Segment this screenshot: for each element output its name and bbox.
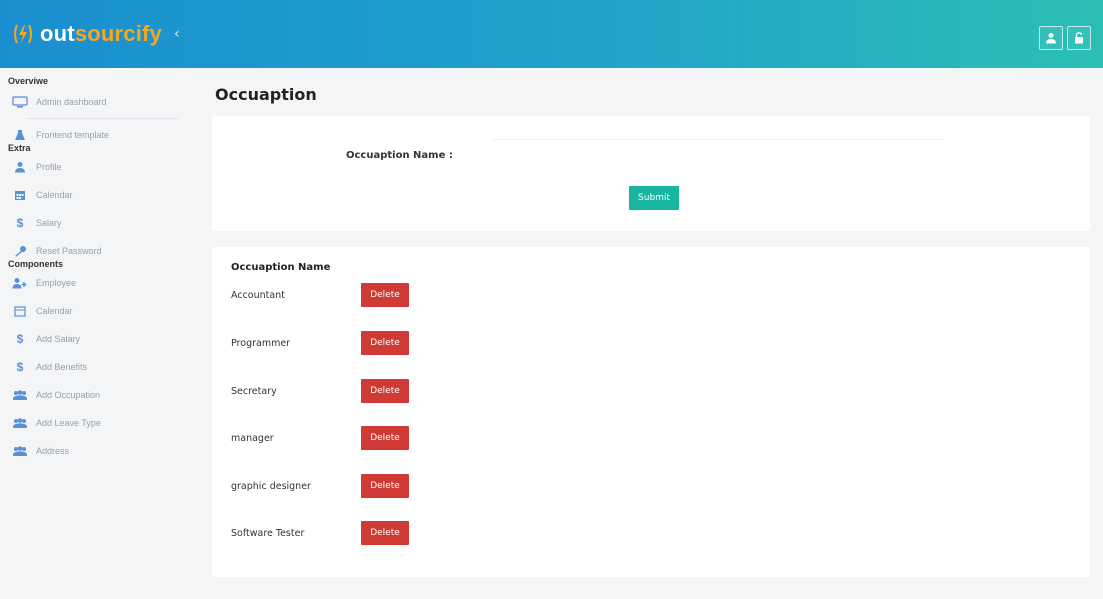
sidebar-item-label: Add Leave Type bbox=[36, 418, 101, 428]
submit-button[interactable]: Submit bbox=[629, 186, 679, 210]
sidebar-item-salary[interactable]: $ Salary bbox=[0, 209, 180, 237]
table-row: Secretary Delete bbox=[231, 379, 631, 403]
occupation-name-label: Occuaption Name : bbox=[346, 150, 453, 161]
user-icon bbox=[1046, 33, 1056, 44]
brand[interactable]: outsourcify ‹ bbox=[0, 0, 180, 68]
key-icon bbox=[12, 245, 28, 257]
sidebar-item-label: Profile bbox=[36, 162, 62, 172]
occupation-form-card: Occuaption Name : bbox=[212, 116, 1090, 231]
sidebar-section-extra: Extra bbox=[8, 143, 31, 153]
brand-name-part1: out bbox=[40, 21, 75, 46]
occupation-name-cell: manager bbox=[231, 432, 274, 444]
users-icon bbox=[12, 445, 28, 457]
page-title: Occuaption bbox=[215, 85, 317, 104]
sidebar-item-label: Add Benefits bbox=[36, 362, 88, 372]
table-row: Programmer Delete bbox=[231, 331, 631, 355]
monitor-icon bbox=[12, 96, 28, 108]
sidebar-item-add-leave-type[interactable]: Add Leave Type bbox=[0, 409, 180, 437]
occupation-name-column-header: Occuaption Name bbox=[231, 262, 331, 273]
main-content: Occuaption Occuaption Name : Submit Occu… bbox=[180, 68, 1103, 599]
logout-button[interactable] bbox=[1067, 26, 1091, 50]
users-icon bbox=[12, 417, 28, 429]
sidebar-item-add-occupation[interactable]: Add Occupation bbox=[0, 381, 180, 409]
header-actions bbox=[1039, 26, 1091, 50]
occupation-name-cell: Accountant bbox=[231, 289, 285, 301]
calendar-icon bbox=[12, 305, 28, 317]
sidebar-section-overview: Overviwe bbox=[8, 76, 49, 86]
sidebar-item-label: Frontend template bbox=[36, 130, 110, 140]
dollar-icon: $ bbox=[16, 332, 24, 346]
sidebar-item-label: Calendar bbox=[36, 190, 73, 200]
sidebar-item-calendar-component[interactable]: Calendar bbox=[0, 297, 180, 325]
occupation-name-cell: graphic designer bbox=[231, 480, 311, 492]
sidebar-item-admin-dashboard[interactable]: Admin dashboard bbox=[0, 88, 180, 116]
sidebar: Overviwe Admin dashboard Frontend templa… bbox=[0, 68, 180, 599]
table-row: manager Delete bbox=[231, 426, 631, 450]
top-header: outsourcify ‹ bbox=[0, 0, 1103, 68]
sidebar-item-label: Address bbox=[36, 446, 70, 456]
flask-icon bbox=[12, 129, 28, 141]
sidebar-item-add-salary[interactable]: $ Add Salary bbox=[0, 325, 180, 353]
unlock-icon bbox=[1075, 32, 1083, 44]
sidebar-item-label: Reset Password bbox=[36, 246, 102, 256]
sidebar-divider bbox=[26, 118, 178, 119]
sidebar-item-calendar[interactable]: Calendar bbox=[0, 181, 180, 209]
sidebar-section-components: Components bbox=[8, 259, 63, 269]
sidebar-item-label: Add Salary bbox=[36, 334, 81, 344]
sidebar-item-employee[interactable]: Employee bbox=[0, 269, 180, 297]
sidebar-item-add-benefits[interactable]: $ Add Benefits bbox=[0, 353, 180, 381]
dollar-icon: $ bbox=[16, 216, 24, 230]
table-row: graphic designer Delete bbox=[231, 474, 631, 498]
sidebar-item-address[interactable]: Address bbox=[0, 437, 180, 465]
table-row: Accountant Delete bbox=[231, 283, 631, 307]
brand-name-part2: sourcify bbox=[74, 21, 162, 46]
delete-button[interactable]: Delete bbox=[361, 379, 409, 403]
occupation-name-cell: Secretary bbox=[231, 385, 277, 397]
sidebar-item-label: Add Occupation bbox=[36, 390, 101, 400]
occupation-list-card: Occuaption Name Accountant Delete Progra… bbox=[212, 247, 1090, 577]
delete-button[interactable]: Delete bbox=[361, 474, 409, 498]
sidebar-item-profile[interactable]: Profile bbox=[0, 153, 180, 181]
occupation-name-input[interactable] bbox=[492, 139, 942, 171]
delete-button[interactable]: Delete bbox=[361, 331, 409, 355]
dollar-icon: $ bbox=[16, 360, 24, 374]
occupation-name-cell: Software Tester bbox=[231, 527, 305, 539]
sidebar-collapse-button[interactable]: ‹ bbox=[174, 26, 180, 42]
sidebar-item-label: Salary bbox=[36, 218, 62, 228]
occupation-name-cell: Programmer bbox=[231, 337, 291, 349]
table-row: Software Tester Delete bbox=[231, 521, 631, 545]
delete-button[interactable]: Delete bbox=[361, 426, 409, 450]
delete-button[interactable]: Delete bbox=[361, 283, 409, 307]
users-icon bbox=[12, 389, 28, 401]
sidebar-item-label: Calendar bbox=[36, 306, 73, 316]
lightning-logo-icon bbox=[10, 21, 36, 47]
sidebar-item-label: Admin dashboard bbox=[36, 97, 107, 107]
user-plus-icon bbox=[12, 277, 28, 289]
user-icon bbox=[12, 161, 28, 173]
sidebar-item-label: Employee bbox=[36, 278, 77, 288]
user-profile-button[interactable] bbox=[1039, 26, 1063, 50]
calendar-icon bbox=[12, 189, 28, 201]
delete-button[interactable]: Delete bbox=[361, 521, 409, 545]
brand-name: outsourcify bbox=[40, 21, 162, 47]
